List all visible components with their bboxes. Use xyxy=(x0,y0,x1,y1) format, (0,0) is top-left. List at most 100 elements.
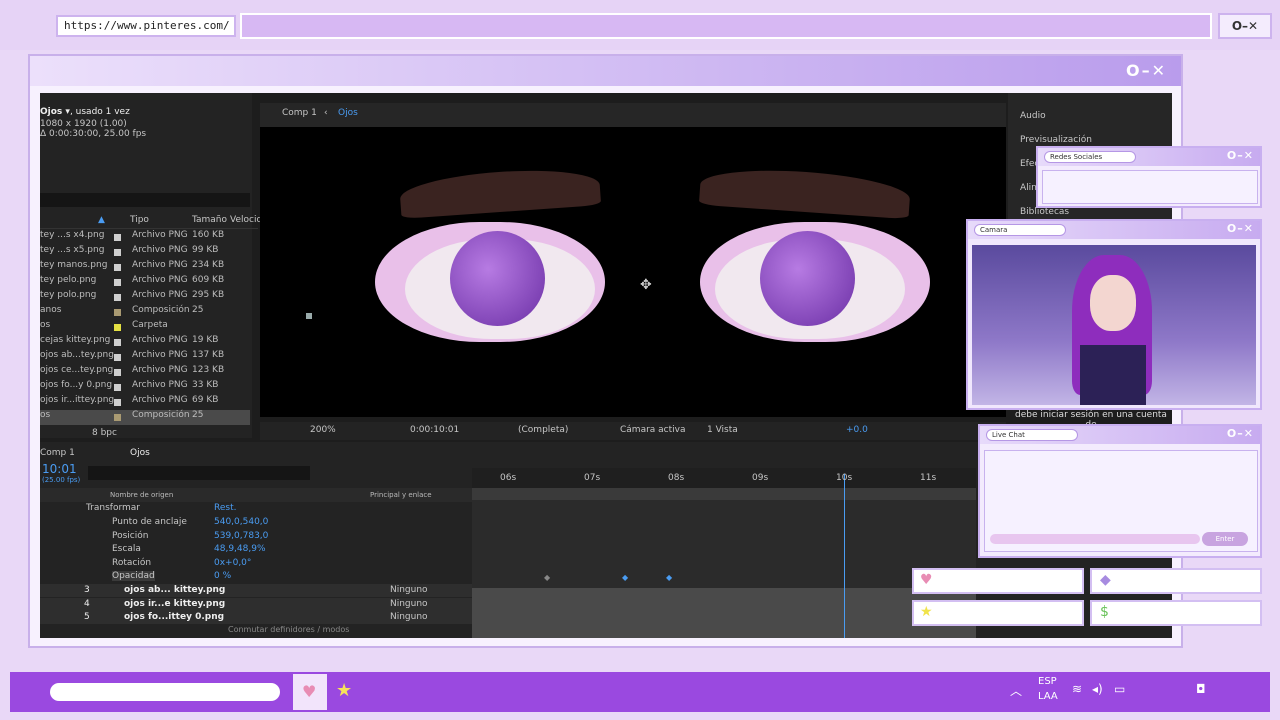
taskbar-search[interactable] xyxy=(50,683,280,701)
project-row[interactable]: ojos ab...tey.png Archivo PNG 137 KB xyxy=(40,350,250,365)
col-source-name[interactable]: Nombre de origen xyxy=(110,491,173,499)
heart-panel[interactable]: ♥ xyxy=(912,568,1084,594)
breadcrumb-ojos[interactable]: Ojos xyxy=(338,108,358,118)
label-swatch[interactable] xyxy=(114,414,121,421)
transform-prop-value[interactable]: 0x+0,0° xyxy=(214,558,251,568)
chevron-up-icon[interactable]: ︿ xyxy=(1010,682,1022,699)
layer-name[interactable]: ojos ab... kittey.png xyxy=(124,585,225,595)
transform-prop-name[interactable]: Escala xyxy=(112,544,141,554)
col-parent[interactable]: Principal y enlace xyxy=(370,491,432,499)
track-area[interactable]: ◆ ◆ ◆ 06s 07s 08s 09s 10s 11s xyxy=(472,468,976,638)
project-row[interactable]: cejas kittey.png Archivo PNG 19 KB xyxy=(40,335,250,350)
layer-parent-select[interactable]: Ninguno xyxy=(390,585,428,595)
label-swatch[interactable] xyxy=(114,309,121,316)
window-controls[interactable]: O–✕ xyxy=(1218,13,1272,39)
label-swatch[interactable] xyxy=(114,339,121,346)
timeline-tab-comp1[interactable]: Comp 1 xyxy=(40,448,75,458)
url-bar[interactable]: https://www.pinteres.com/ xyxy=(56,15,236,37)
camera-controls[interactable]: O–✕ xyxy=(1227,222,1254,235)
col-size[interactable]: Tamaño xyxy=(192,215,227,225)
timeline-tab-ojos[interactable]: Ojos xyxy=(130,448,150,458)
current-time[interactable]: 0:00:10:01 xyxy=(410,425,459,435)
lang-top[interactable]: ESP xyxy=(1038,676,1057,687)
zoom-select[interactable]: 200% xyxy=(310,425,336,435)
bpc-label[interactable]: 8 bpc xyxy=(92,428,117,438)
volume-icon[interactable]: ◂) xyxy=(1092,682,1103,696)
project-row[interactable]: anos Composición 25 xyxy=(40,305,250,320)
project-row[interactable]: tey ...s x5.png Archivo PNG 99 KB xyxy=(40,245,250,260)
transform-prop-value[interactable]: 540,0,540,0 xyxy=(214,517,268,527)
star-panel[interactable]: ★ xyxy=(912,600,1084,626)
timeline-search[interactable] xyxy=(88,466,310,480)
chat-controls[interactable]: O–✕ xyxy=(1227,427,1254,440)
composition-viewer[interactable]: ✥ xyxy=(260,127,1006,417)
layer-parent-select[interactable]: Ninguno xyxy=(390,599,428,609)
project-search[interactable] xyxy=(40,193,250,207)
col-type[interactable]: Tipo xyxy=(130,215,149,225)
wifi-icon[interactable]: ≋ xyxy=(1072,682,1082,696)
label-swatch[interactable] xyxy=(114,324,121,331)
transform-prop-name[interactable]: Punto de anclaje xyxy=(112,517,187,527)
notification-icon[interactable]: ◘ xyxy=(1196,682,1206,696)
label-swatch[interactable] xyxy=(114,354,121,361)
project-row[interactable]: tey manos.png Archivo PNG 234 KB xyxy=(40,260,250,275)
transform-prop-value[interactable]: 539,0,783,0 xyxy=(214,531,268,541)
quality-select[interactable]: (Completa) xyxy=(518,425,568,435)
project-row[interactable]: os Composición 25 xyxy=(40,410,250,425)
chat-enter-button[interactable]: Enter xyxy=(1202,532,1248,546)
views-select[interactable]: 1 Vista xyxy=(707,425,738,435)
layer-row[interactable]: 5 ojos fo...ittey 0.png Ninguno xyxy=(40,611,472,624)
project-row[interactable]: os Carpeta xyxy=(40,320,250,335)
label-swatch[interactable] xyxy=(114,294,121,301)
transform-group[interactable]: Transformar xyxy=(86,503,140,513)
layer-row[interactable]: 3 ojos ab... kittey.png Ninguno xyxy=(40,584,472,597)
breadcrumb-comp1[interactable]: Comp 1 xyxy=(282,108,317,118)
camera-select[interactable]: Cámara activa xyxy=(620,425,686,435)
layer-row[interactable]: 4 ojos ir...e kittey.png Ninguno xyxy=(40,597,472,611)
project-row[interactable]: tey pelo.png Archivo PNG 609 KB xyxy=(40,275,250,290)
label-swatch[interactable] xyxy=(114,384,121,391)
money-panel[interactable]: $ xyxy=(1090,600,1262,626)
playhead[interactable] xyxy=(844,474,845,638)
label-swatch[interactable] xyxy=(114,369,121,376)
panel-preview[interactable]: Previsualización xyxy=(1020,135,1092,145)
anchor-point-icon[interactable]: ✥ xyxy=(640,277,652,293)
taskbar-heart-button[interactable]: ♥ xyxy=(293,674,327,710)
transform-reset[interactable]: Rest. xyxy=(214,503,236,513)
transform-prop-name[interactable]: Rotación xyxy=(112,558,151,568)
lang-bottom[interactable]: LAA xyxy=(1038,691,1058,702)
timeline-time[interactable]: 10:01 xyxy=(42,462,77,476)
exposure-value[interactable]: +0.0 xyxy=(846,425,868,435)
battery-icon[interactable]: ▭ xyxy=(1114,682,1125,696)
panel-libraries[interactable]: Bibliotecas xyxy=(1020,207,1069,217)
project-row[interactable]: ojos fo...y 0.png Archivo PNG 33 KB xyxy=(40,380,250,395)
label-swatch[interactable] xyxy=(114,279,121,286)
keyframe-selected[interactable]: ◆ xyxy=(622,573,628,582)
layer-name[interactable]: ojos fo...ittey 0.png xyxy=(124,612,224,622)
toggle-switches[interactable]: Conmutar definidores / modos xyxy=(228,625,349,634)
layer-parent-select[interactable]: Ninguno xyxy=(390,612,428,622)
star-icon[interactable]: ★ xyxy=(336,680,352,701)
project-row[interactable]: ojos ir...ittey.png Archivo PNG 69 KB xyxy=(40,395,250,410)
panel-align[interactable]: Alin xyxy=(1020,183,1037,193)
transform-prop-name[interactable]: Opacidad xyxy=(112,571,155,581)
label-swatch[interactable] xyxy=(114,249,121,256)
label-swatch[interactable] xyxy=(114,399,121,406)
transform-prop-value[interactable]: 0 % xyxy=(214,571,231,581)
label-swatch[interactable] xyxy=(114,264,121,271)
panel-audio[interactable]: Audio xyxy=(1020,111,1046,121)
chat-input[interactable] xyxy=(990,534,1200,544)
social-controls[interactable]: O–✕ xyxy=(1227,149,1254,162)
keyframe[interactable]: ◆ xyxy=(544,573,550,582)
main-window-controls[interactable]: O–✕ xyxy=(1126,61,1167,80)
handle-icon[interactable] xyxy=(306,313,312,319)
project-row[interactable]: tey ...s x4.png Archivo PNG 160 KB xyxy=(40,230,250,245)
transform-prop-value[interactable]: 48,9,48,9% xyxy=(214,544,266,554)
label-swatch[interactable] xyxy=(114,234,121,241)
layer-name[interactable]: ojos ir...e kittey.png xyxy=(124,599,225,609)
project-row[interactable]: ojos ce...tey.png Archivo PNG 123 KB xyxy=(40,365,250,380)
time-ruler[interactable] xyxy=(472,468,976,490)
diamond-panel[interactable]: ◆ xyxy=(1090,568,1262,594)
transform-prop-name[interactable]: Posición xyxy=(112,531,148,541)
keyframe-selected-2[interactable]: ◆ xyxy=(666,573,672,582)
